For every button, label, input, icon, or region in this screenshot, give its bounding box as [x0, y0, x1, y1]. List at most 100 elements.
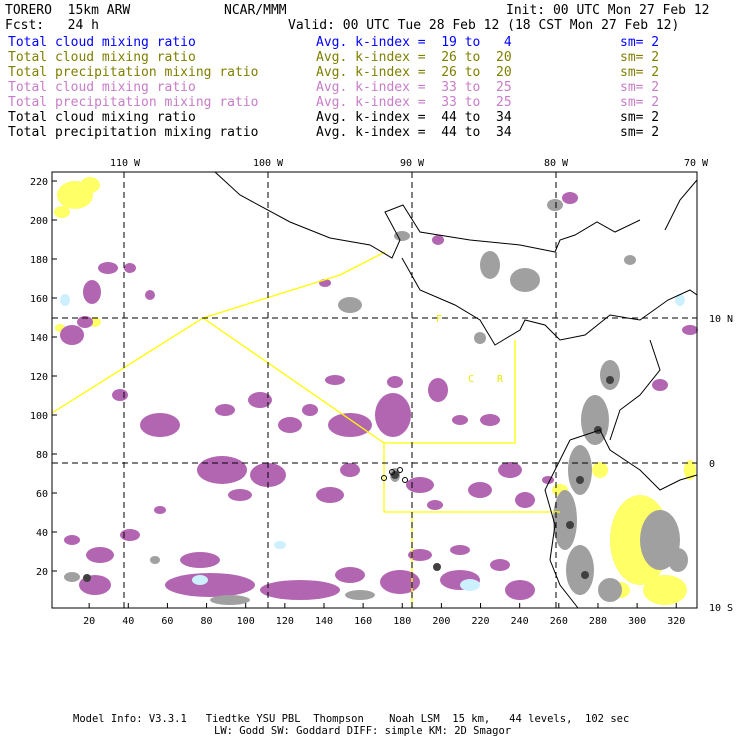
gray-cloud-area	[150, 556, 160, 564]
purple-cloud-area	[83, 280, 101, 304]
dense-cloud-core	[83, 574, 91, 582]
purple-cloud-area	[124, 263, 136, 273]
latitude-label: 10 N	[709, 314, 733, 325]
yellow-cloud-area	[592, 462, 608, 478]
purple-cloud-area	[387, 376, 403, 388]
dense-cloud-core	[581, 571, 589, 579]
purple-cloud-area	[450, 545, 470, 555]
x-tick-label: 40	[122, 616, 134, 627]
x-tick-label: 300	[628, 616, 646, 627]
purple-cloud-area	[98, 262, 118, 274]
purple-cloud-area	[480, 414, 500, 426]
x-tick-label: 100	[237, 616, 255, 627]
longitude-label: 70 W	[684, 158, 709, 169]
purple-cloud-area	[165, 573, 255, 597]
x-tick-label: 160	[354, 616, 372, 627]
dense-cloud-core	[576, 476, 584, 484]
purple-cloud-area	[432, 235, 444, 245]
x-tick-label: 200	[432, 616, 450, 627]
yellow-cloud-area	[80, 177, 100, 193]
model-info-line2: LW: Godd SW: Goddard DIFF: simple KM: 2D…	[214, 725, 512, 737]
cyan-cloud-area	[460, 579, 480, 591]
gray-cloud-area	[210, 595, 250, 605]
purple-cloud-area	[145, 290, 155, 300]
x-tick-label: 280	[589, 616, 607, 627]
purple-cloud-area	[498, 462, 522, 478]
region-label: R	[497, 374, 504, 385]
purple-cloud-area	[375, 393, 411, 437]
y-tick-label: 60	[36, 489, 48, 500]
forecast-map-page: TORERO 15km ARW NCAR/MMM Init: 00 UTC Mo…	[0, 0, 740, 740]
purple-cloud-area	[562, 192, 578, 204]
purple-cloud-area	[86, 547, 114, 563]
y-tick-label: 40	[36, 528, 48, 539]
latitude-label: 10 S	[709, 603, 733, 614]
purple-cloud-area	[325, 375, 345, 385]
coastline	[214, 171, 556, 259]
purple-cloud-area	[468, 482, 492, 498]
region-label: F	[436, 314, 442, 325]
purple-cloud-area	[215, 404, 235, 416]
gray-cloud-area	[474, 332, 486, 344]
cyan-cloud-area	[192, 575, 208, 585]
purple-cloud-area	[427, 500, 443, 510]
gray-cloud-area	[547, 199, 563, 211]
gray-cloud-area	[510, 268, 540, 292]
dense-cloud-core	[594, 426, 602, 434]
yellow-cloud-area	[643, 575, 687, 605]
y-tick-label: 220	[30, 177, 48, 188]
gray-cloud-area	[338, 297, 362, 313]
purple-cloud-area	[278, 417, 302, 433]
gray-cloud-area	[598, 578, 622, 602]
galapagos-island	[402, 477, 408, 483]
purple-cloud-area	[260, 580, 340, 600]
x-tick-label: 20	[83, 616, 95, 627]
x-tick-label: 260	[550, 616, 568, 627]
coastline	[664, 179, 698, 231]
purple-cloud-area	[154, 506, 166, 514]
purple-cloud-area	[180, 552, 220, 568]
purple-cloud-area	[652, 379, 668, 391]
y-tick-label: 80	[36, 450, 48, 461]
x-tick-label: 320	[667, 616, 685, 627]
longitude-label: 90 W	[400, 158, 425, 169]
purple-cloud-area	[428, 378, 448, 402]
y-tick-label: 20	[36, 567, 48, 578]
purple-cloud-area	[328, 413, 372, 437]
purple-cloud-area	[380, 570, 420, 594]
gray-cloud-area	[480, 251, 500, 279]
purple-cloud-area	[64, 535, 80, 545]
gray-cloud-area	[581, 395, 609, 445]
y-tick-label: 160	[30, 294, 48, 305]
purple-cloud-area	[515, 492, 535, 508]
purple-cloud-area	[335, 567, 365, 583]
x-tick-label: 180	[393, 616, 411, 627]
y-tick-label: 100	[30, 411, 48, 422]
gray-cloud-area	[624, 255, 636, 265]
yellow-cloud-area	[54, 206, 70, 218]
longitude-label: 80 W	[544, 158, 569, 169]
map-plot: 20 40 60 80 100 120 140 160 180 200 220 240 260 280 30…	[30, 158, 733, 627]
x-tick-label: 120	[276, 616, 294, 627]
dense-cloud-core	[391, 471, 399, 479]
gray-cloud-area	[600, 360, 620, 390]
x-tick-label: 220	[472, 616, 490, 627]
region-label: C	[468, 374, 474, 385]
dense-cloud-core	[433, 563, 441, 571]
purple-cloud-area	[682, 325, 698, 335]
latitude-label: 0	[709, 459, 715, 470]
gray-cloud-area	[566, 545, 594, 595]
cyan-cloud-area	[60, 294, 70, 306]
x-tick-label: 140	[315, 616, 333, 627]
purple-cloud-area	[490, 559, 510, 571]
purple-cloud-area	[120, 529, 140, 541]
cyan-cloud-area	[274, 541, 286, 549]
purple-cloud-area	[302, 404, 318, 416]
purple-cloud-area	[140, 413, 180, 437]
gray-cloud-area	[553, 490, 577, 550]
map-frame	[51, 171, 698, 609]
x-tick-label: 80	[201, 616, 213, 627]
purple-cloud-area	[112, 389, 128, 401]
purple-cloud-area	[505, 580, 535, 600]
purple-cloud-area	[197, 456, 247, 484]
